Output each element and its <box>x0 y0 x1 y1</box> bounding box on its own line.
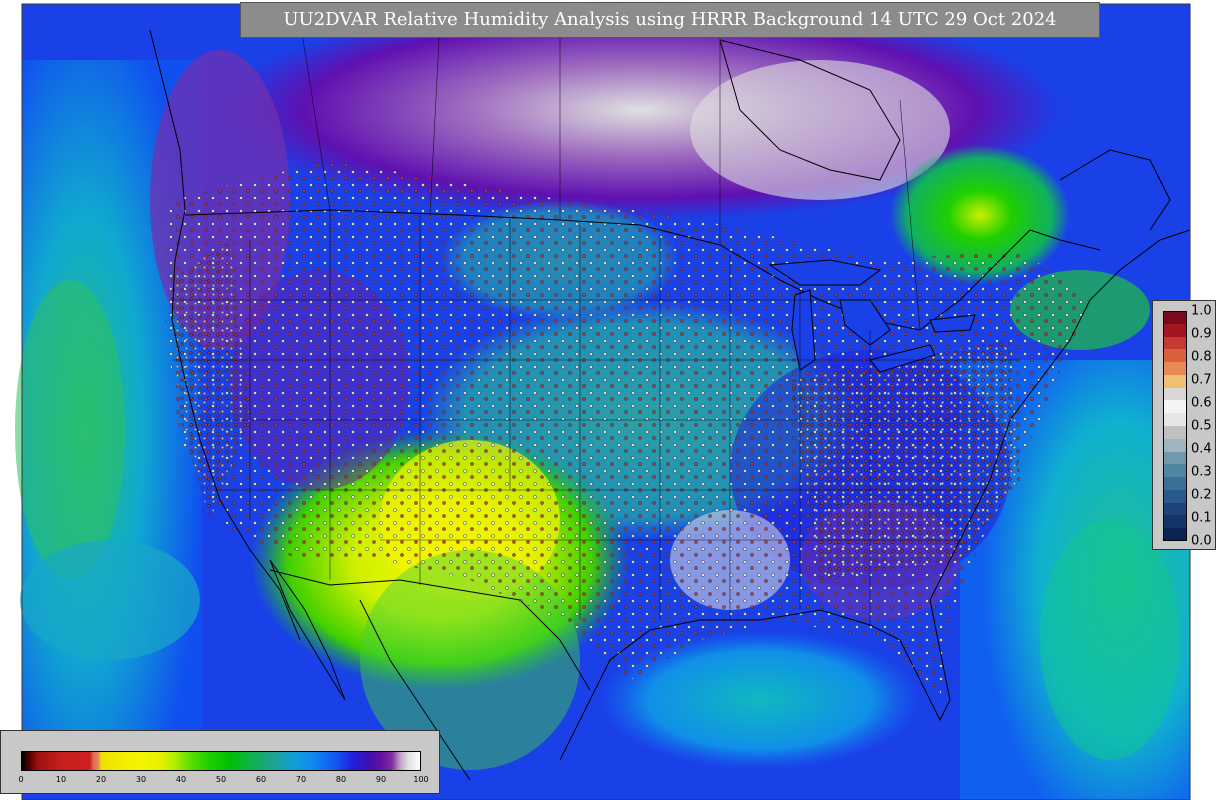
ob-colorbar-swatch <box>1163 311 1187 325</box>
ob-colorbar-swatch <box>1163 451 1187 465</box>
rh-tick-label: 10 <box>55 775 67 784</box>
ob-tick-label: 0.4 <box>1191 441 1212 457</box>
rh-tick-label: 30 <box>135 775 147 784</box>
pacific-south <box>20 540 200 660</box>
rh-tick-label: 80 <box>335 775 347 784</box>
ob-colorbar-swatch <box>1163 323 1187 338</box>
ob-tick-label: 0.8 <box>1191 349 1212 365</box>
ob-tick-label: 0.7 <box>1191 372 1212 388</box>
ob-colorbar-swatch <box>1163 387 1187 401</box>
rh-tick-label: 60 <box>255 775 267 784</box>
rh-tick-label: 0 <box>18 775 24 784</box>
ob-tick-label: 1.0 <box>1191 303 1212 319</box>
ob-colorbar-legend: 1.0 0.9 0.8 0.7 0.6 0.5 0.4 0.3 0.2 0.1 0.0 <box>1152 300 1216 550</box>
ob-colorbar-swatch <box>1163 413 1187 427</box>
ob-colorbar-swatch <box>1163 400 1187 414</box>
ob-colorbar-swatch <box>1163 464 1187 478</box>
ob-colorbar-swatch <box>1163 374 1187 389</box>
ob-tick-label: 0.2 <box>1191 487 1212 503</box>
rh-tick-label: 40 <box>175 775 187 784</box>
ob-colorbar-swatch <box>1163 515 1187 529</box>
humidity-field-map <box>15 0 1191 800</box>
ob-colorbar-swatch <box>1163 489 1187 504</box>
ob-tick-label: 0.9 <box>1191 326 1212 342</box>
ob-colorbar-swatch <box>1163 477 1187 491</box>
ob-tick-label: 0.3 <box>1191 464 1212 480</box>
map-title: UU2DVAR Relative Humidity Analysis using… <box>240 2 1100 38</box>
rh-colorbar <box>21 751 421 771</box>
ob-colorbar-swatch <box>1163 426 1187 440</box>
ob-colorbar-swatch <box>1163 349 1187 363</box>
rh-tick-label: 20 <box>95 775 107 784</box>
ob-tick-label: 0.5 <box>1191 418 1212 434</box>
ob-colorbar-swatch <box>1163 362 1187 376</box>
rh-colorbar-legend: 0 10 20 30 40 50 60 70 80 90 100 <box>0 730 440 794</box>
pacific-moist-band <box>15 280 125 580</box>
rh-tick-label: 90 <box>375 775 387 784</box>
ob-colorbar-swatch <box>1163 336 1187 350</box>
ob-tick-label: 0.6 <box>1191 395 1212 411</box>
atlantic-green-band <box>1040 520 1180 760</box>
ob-colorbar-swatch <box>1163 528 1187 542</box>
rh-tick-label: 50 <box>215 775 227 784</box>
ob-colorbar-swatch <box>1163 438 1187 453</box>
rh-tick-label: 100 <box>413 775 429 784</box>
rh-analysis-map: UU2DVAR Relative Humidity Analysis using… <box>0 0 1216 800</box>
rh-tick-label: 70 <box>295 775 307 784</box>
ob-colorbar-swatch <box>1163 502 1187 516</box>
ob-tick-label: 0.0 <box>1191 533 1212 549</box>
ob-tick-label: 0.1 <box>1191 510 1212 526</box>
